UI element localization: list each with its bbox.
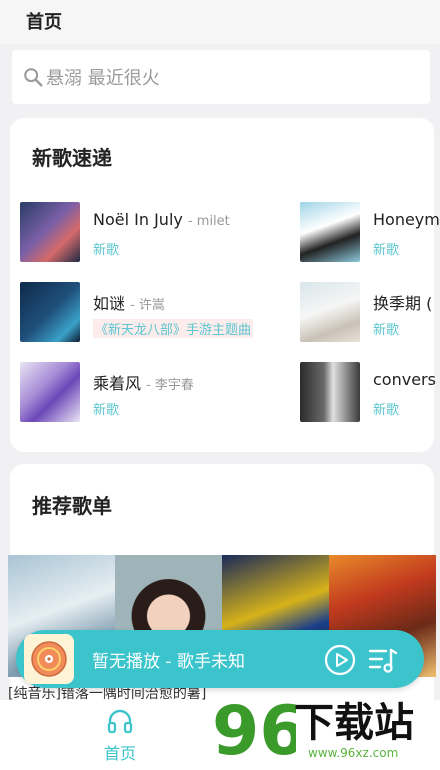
song-item[interactable]: 如谜 - 许嵩 《新天龙八部》手游主题曲 [20, 282, 254, 344]
song-item[interactable]: 换季期 ( 新歌 [300, 282, 440, 344]
playlist-icon[interactable] [368, 646, 398, 674]
top-bar: 首页 [0, 0, 440, 44]
recommend-title: 推荐歌单 [32, 494, 112, 518]
song-title: 如谜 - 许嵩 [93, 294, 165, 313]
search-placeholder: 悬溺 最近很火 [46, 68, 160, 89]
album-cover [300, 282, 360, 342]
song-tag: 新歌 [373, 323, 400, 338]
album-cover [20, 202, 80, 262]
vinyl-disc-icon [24, 634, 74, 684]
song-title: Honeym [373, 210, 440, 229]
svg-text:96: 96 [212, 692, 296, 768]
watermark-text: 下载站 [294, 700, 414, 746]
nav-home-label: 首页 [103, 744, 136, 763]
album-cover [300, 362, 360, 422]
album-cover [20, 282, 80, 342]
song-title: Noël In July - milet [93, 210, 230, 229]
song-tag: 新歌 [93, 243, 120, 258]
song-tag: 《新天龙八部》手游主题曲 [93, 319, 254, 338]
mini-player[interactable]: 暂无播放 - 歌手未知 [16, 630, 424, 688]
song-item[interactable]: Noël In July - milet 新歌 [20, 202, 230, 264]
now-playing-text: 暂无播放 - 歌手未知 [92, 651, 245, 672]
song-title: convers [373, 370, 436, 389]
song-title: 换季期 ( [373, 294, 433, 313]
song-item[interactable]: Honeym 新歌 [300, 202, 440, 264]
song-title: 乘着风 - 李宇春 [93, 374, 194, 393]
headphones-icon [107, 709, 133, 734]
watermark-logo: 96 [212, 692, 307, 770]
album-cover [20, 362, 80, 422]
album-cover [300, 202, 360, 262]
nav-home[interactable]: 首页 [92, 708, 148, 764]
page-title: 首页 [26, 12, 62, 33]
song-item[interactable]: convers 新歌 [300, 362, 440, 424]
site-watermark: 96 下载站 www.96xz.com [210, 688, 440, 770]
watermark-url: www.96xz.com [308, 746, 399, 760]
song-tag: 新歌 [373, 403, 400, 418]
new-songs-title: 新歌速递 [32, 146, 112, 170]
search-icon [24, 68, 43, 87]
new-songs-card: 新歌速递 Noël In July - milet 新歌 Honeym 新歌 如… [10, 118, 440, 452]
search-bar[interactable]: 悬溺 最近很火 [12, 50, 430, 104]
song-tag: 新歌 [93, 403, 120, 418]
play-button[interactable] [324, 644, 356, 676]
song-item[interactable]: 乘着风 - 李宇春 新歌 [20, 362, 220, 424]
song-tag: 新歌 [373, 243, 400, 258]
